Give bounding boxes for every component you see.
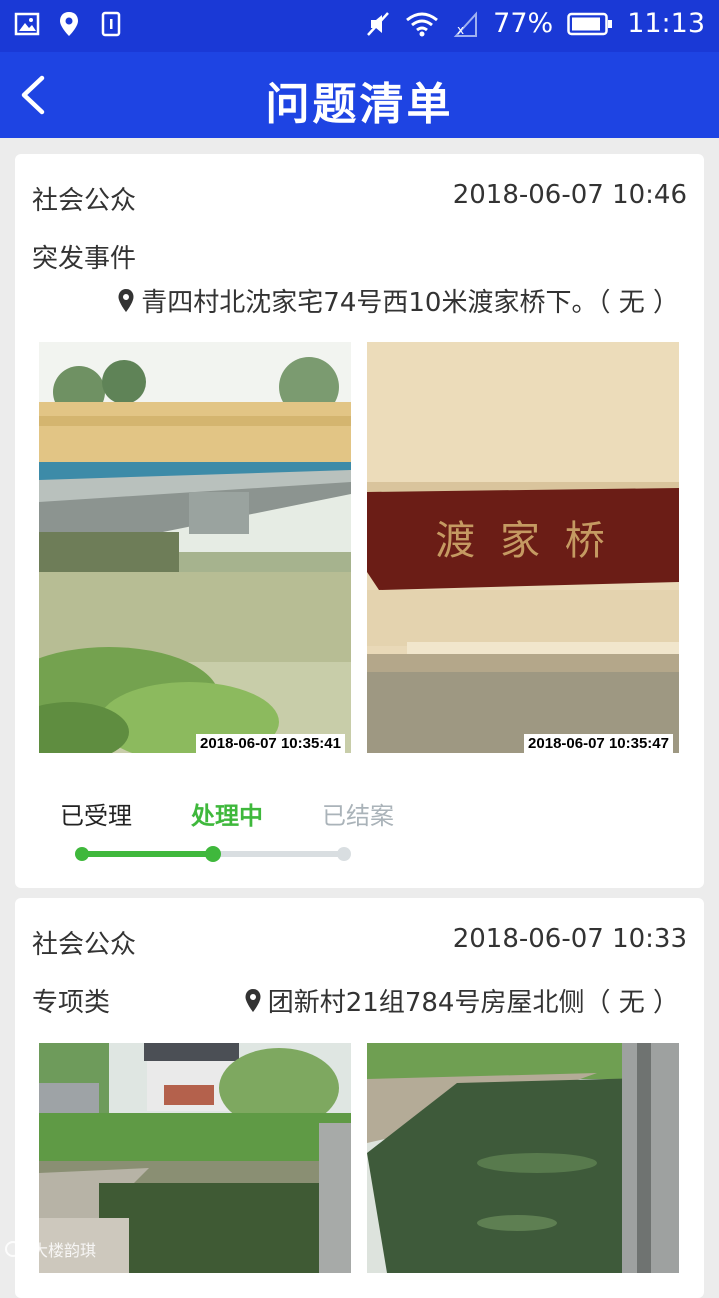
location-text: 青四村北沈家宅74号西10米渡家桥下。（ 无 ）	[141, 288, 679, 318]
issue-location: 青四村北沈家宅74号西10米渡家桥下。（ 无 ）	[117, 282, 679, 319]
issue-source: 社会公众	[32, 186, 137, 216]
issue-category: 专项类	[32, 988, 111, 1018]
location-text: 团新村21组784号房屋北侧（ 无 ）	[267, 988, 679, 1018]
step-processing: 处理中	[191, 802, 263, 830]
signal-icon: x	[453, 10, 478, 37]
location-pin-icon	[118, 288, 134, 312]
issue-location: 团新村21组784号房屋北侧（ 无 ）	[244, 982, 679, 1019]
issue-photo[interactable]: 渡 家 桥 2018-06-07 10:35:47	[367, 342, 679, 753]
issue-photo[interactable]: 2018-06-07 10:35:41	[39, 342, 351, 753]
photo-timestamp: 2018-06-07 10:35:47	[524, 734, 673, 753]
status-bar: x 77% 11:13	[0, 0, 719, 52]
image-notification-icon	[14, 12, 40, 36]
location-pin-icon	[245, 988, 261, 1012]
step-accepted: 已受理	[60, 802, 132, 830]
progress-track-done	[82, 851, 213, 857]
issue-card[interactable]: 社会公众 2018-06-07 10:33 专项类 团新村21组784号房屋北侧…	[15, 898, 704, 1298]
progress-steps: 已受理 处理中 已结案	[60, 796, 420, 876]
issue-source: 社会公众	[32, 930, 137, 960]
issue-time: 2018-06-07 10:46	[452, 180, 687, 210]
issue-card[interactable]: 社会公众 2018-06-07 10:46 突发事件 青四村北沈家宅74号西10…	[15, 154, 704, 888]
watermark: 大楼韵琪	[4, 1237, 96, 1261]
step-dot-current	[205, 846, 221, 862]
step-dot-pending	[337, 847, 351, 861]
watermark-logo-icon	[5, 1241, 25, 1257]
sign-text: 渡 家 桥	[435, 518, 610, 564]
issue-photo[interactable]	[367, 1043, 679, 1273]
issue-category: 突发事件	[32, 244, 137, 274]
step-closed: 已结案	[322, 802, 394, 830]
clock: 11:13	[627, 8, 705, 39]
page-title: 问题清单	[265, 79, 454, 130]
svg-text:x: x	[457, 23, 464, 37]
sim-notification-icon	[101, 11, 121, 37]
step-dot-done	[75, 847, 89, 861]
watermark-text: 大楼韵琪	[32, 1241, 97, 1260]
canal-debris-photo	[367, 1043, 679, 1273]
wifi-icon	[406, 12, 439, 36]
photo-timestamp: 2018-06-07 10:35:41	[196, 734, 345, 753]
battery-icon	[567, 12, 613, 35]
bridge-sign-photo: 渡 家 桥	[367, 342, 679, 753]
progress-track-pending	[213, 851, 344, 857]
battery-percent: 77%	[493, 8, 554, 39]
location-notification-icon	[60, 12, 78, 36]
issue-time: 2018-06-07 10:33	[452, 924, 687, 954]
mute-icon	[367, 11, 390, 36]
app-header: 问题清单	[0, 52, 719, 138]
bridge-photo	[39, 342, 351, 753]
